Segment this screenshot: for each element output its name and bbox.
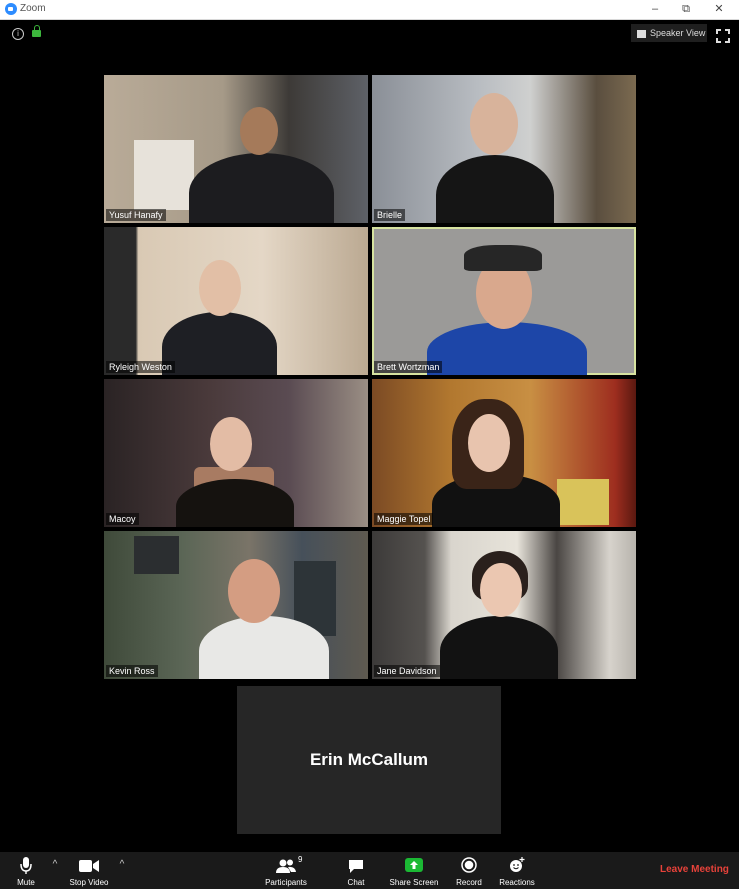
chat-button[interactable]: Chat <box>343 852 369 889</box>
chat-label: Chat <box>347 878 365 887</box>
record-label: Record <box>456 878 482 887</box>
audio-options-chevron-icon[interactable]: ^ <box>50 860 60 870</box>
encryption-lock-icon[interactable] <box>32 25 41 37</box>
reactions-button[interactable]: Reactions <box>497 852 537 889</box>
share-screen-label: Share Screen <box>389 878 439 887</box>
reactions-label: Reactions <box>499 878 535 887</box>
video-tile-active-speaker[interactable]: Brett Wortzman <box>372 227 636 375</box>
speaker-view-button[interactable]: Speaker View <box>631 24 707 42</box>
participants-label: Participants <box>265 878 307 887</box>
stop-video-button[interactable]: Stop Video <box>64 852 114 889</box>
video-tile[interactable]: Kevin Ross <box>104 531 368 679</box>
reactions-smiley-icon <box>510 857 525 872</box>
record-button[interactable]: Record <box>452 852 486 889</box>
participants-icon <box>276 859 296 873</box>
participant-name: Brett Wortzman <box>374 361 443 373</box>
participant-name: Yusuf Hanafy <box>106 209 166 221</box>
participant-name: Brielle <box>374 209 406 221</box>
participant-name: Ryleigh Weston <box>106 361 175 373</box>
restore-button[interactable]: ⧉ <box>674 1 698 17</box>
window-titlebar: Zoom – ⧉ ✕ <box>0 0 739 20</box>
participant-name-large: Erin McCallum <box>309 750 429 769</box>
video-tile[interactable]: Macoy <box>104 379 368 527</box>
share-screen-button[interactable]: Share Screen <box>387 852 441 889</box>
mute-label: Mute <box>17 878 35 887</box>
meeting-toolbar: Mute ^ Stop Video ^ 9 Participants Chat … <box>0 852 739 889</box>
participant-name: Macoy <box>106 513 139 525</box>
fullscreen-icon[interactable] <box>715 28 731 44</box>
zoom-logo-icon <box>5 3 17 15</box>
meeting-info-icon[interactable]: i <box>12 28 24 40</box>
share-screen-icon <box>405 858 423 872</box>
minimize-button[interactable]: – <box>643 1 667 17</box>
participant-name: Kevin Ross <box>106 665 158 677</box>
video-options-chevron-icon[interactable]: ^ <box>117 860 127 870</box>
close-button[interactable]: ✕ <box>707 1 731 17</box>
stop-video-label: Stop Video <box>69 878 109 887</box>
video-tile[interactable]: Brielle <box>372 75 636 223</box>
participants-button[interactable]: 9 Participants <box>260 852 312 889</box>
video-tile[interactable]: Ryleigh Weston <box>104 227 368 375</box>
meeting-stage: i Speaker View Yusuf Hanafy Brielle Ryle… <box>0 20 739 852</box>
participant-name: Jane Davidson <box>374 665 440 677</box>
microphone-icon <box>20 857 32 874</box>
speaker-view-label: Speaker View <box>650 28 706 38</box>
video-tile[interactable]: Yusuf Hanafy <box>104 75 368 223</box>
mute-button[interactable]: Mute <box>8 852 44 889</box>
record-icon <box>461 857 477 873</box>
video-tile[interactable]: Jane Davidson <box>372 531 636 679</box>
speaker-view-icon <box>637 29 646 38</box>
video-off-tile[interactable]: Erin McCallum <box>237 686 501 834</box>
video-tile[interactable]: Maggie Topel <box>372 379 636 527</box>
window-title: Zoom <box>20 3 46 14</box>
participant-name: Maggie Topel <box>374 513 434 525</box>
chat-bubble-icon <box>349 860 363 873</box>
participants-count: 9 <box>298 855 303 864</box>
leave-meeting-button[interactable]: Leave Meeting <box>660 864 729 875</box>
video-camera-icon <box>79 860 99 872</box>
